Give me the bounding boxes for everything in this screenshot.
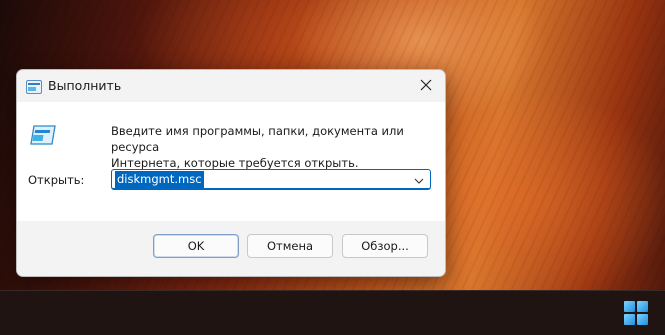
chevron-down-icon[interactable] — [412, 173, 426, 187]
dialog-titlebar[interactable]: Выполнить — [17, 70, 445, 102]
start-tile — [624, 314, 635, 325]
ok-button[interactable]: OK — [153, 234, 239, 258]
cancel-button[interactable]: Отмена — [247, 234, 333, 258]
start-tile — [624, 301, 635, 312]
run-dialog: Выполнить Введите имя программы, папки, … — [16, 69, 446, 277]
dialog-title: Выполнить — [48, 78, 122, 93]
start-tile — [637, 301, 648, 312]
open-input[interactable]: diskmgmt.msc — [115, 171, 204, 188]
start-tile — [637, 314, 648, 325]
dialog-description: Введите имя программы, папки, документа … — [111, 123, 441, 171]
run-app-icon — [26, 79, 42, 94]
dialog-content: Введите имя программы, папки, документа … — [17, 102, 445, 221]
description-line-1: Введите имя программы, папки, документа … — [111, 124, 404, 154]
open-label: Открыть: — [28, 173, 85, 187]
close-button[interactable] — [407, 70, 445, 100]
open-combobox[interactable]: diskmgmt.msc — [111, 169, 431, 190]
run-program-icon — [30, 124, 56, 146]
dialog-footer: OK Отмена Обзор... — [17, 221, 445, 276]
windows-start-icon[interactable] — [622, 299, 650, 327]
taskbar — [0, 290, 665, 335]
browse-button[interactable]: Обзор... — [342, 234, 428, 258]
close-icon — [420, 79, 432, 91]
